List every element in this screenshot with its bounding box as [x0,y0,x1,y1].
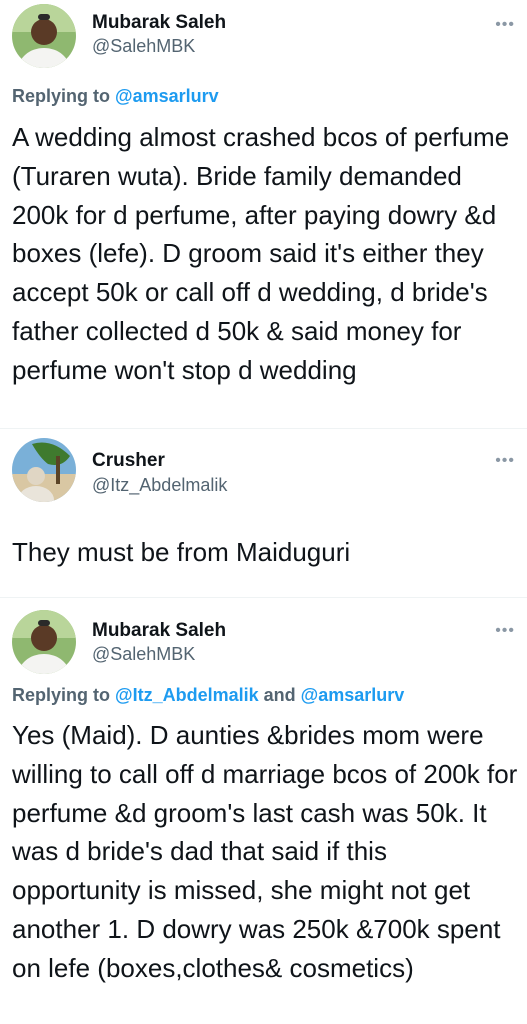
tweet-text: A wedding almost crashed bcos of perfume… [12,122,510,385]
tweet-text: Yes (Maid). D aunties &brides mom were w… [12,720,518,983]
more-horizontal-icon[interactable]: ••• [495,16,515,34]
user-handle[interactable]: @Itz_Abdelmalik [92,475,227,496]
reply-prefix: Replying to [12,86,110,106]
display-name[interactable]: Mubarak Saleh [92,620,226,642]
user-handle[interactable]: @SalehMBK [92,36,195,57]
replying-to: Replying to @amsarlurv [12,86,219,107]
reply-mention-link[interactable]: @amsarlurv [115,86,219,106]
more-horizontal-icon[interactable]: ••• [495,622,515,640]
display-name[interactable]: Crusher [92,450,165,472]
reply-mention-link[interactable]: @Itz_Abdelmalik [115,685,259,705]
reply-prefix: Replying to [12,685,110,705]
user-handle[interactable]: @SalehMBK [92,644,195,665]
reply-mention-link[interactable]: @amsarlurv [301,685,405,705]
avatar[interactable] [12,438,76,502]
more-horizontal-icon[interactable]: ••• [495,452,515,470]
tweet-text: They must be from Maiduguri [12,537,351,567]
reply-and: and [263,685,296,705]
avatar[interactable] [12,610,76,674]
display-name[interactable]: Mubarak Saleh [92,12,226,34]
divider [0,597,527,598]
avatar[interactable] [12,4,76,68]
divider [0,428,527,429]
replying-to: Replying to @Itz_Abdelmalik and @amsarlu… [12,685,404,706]
